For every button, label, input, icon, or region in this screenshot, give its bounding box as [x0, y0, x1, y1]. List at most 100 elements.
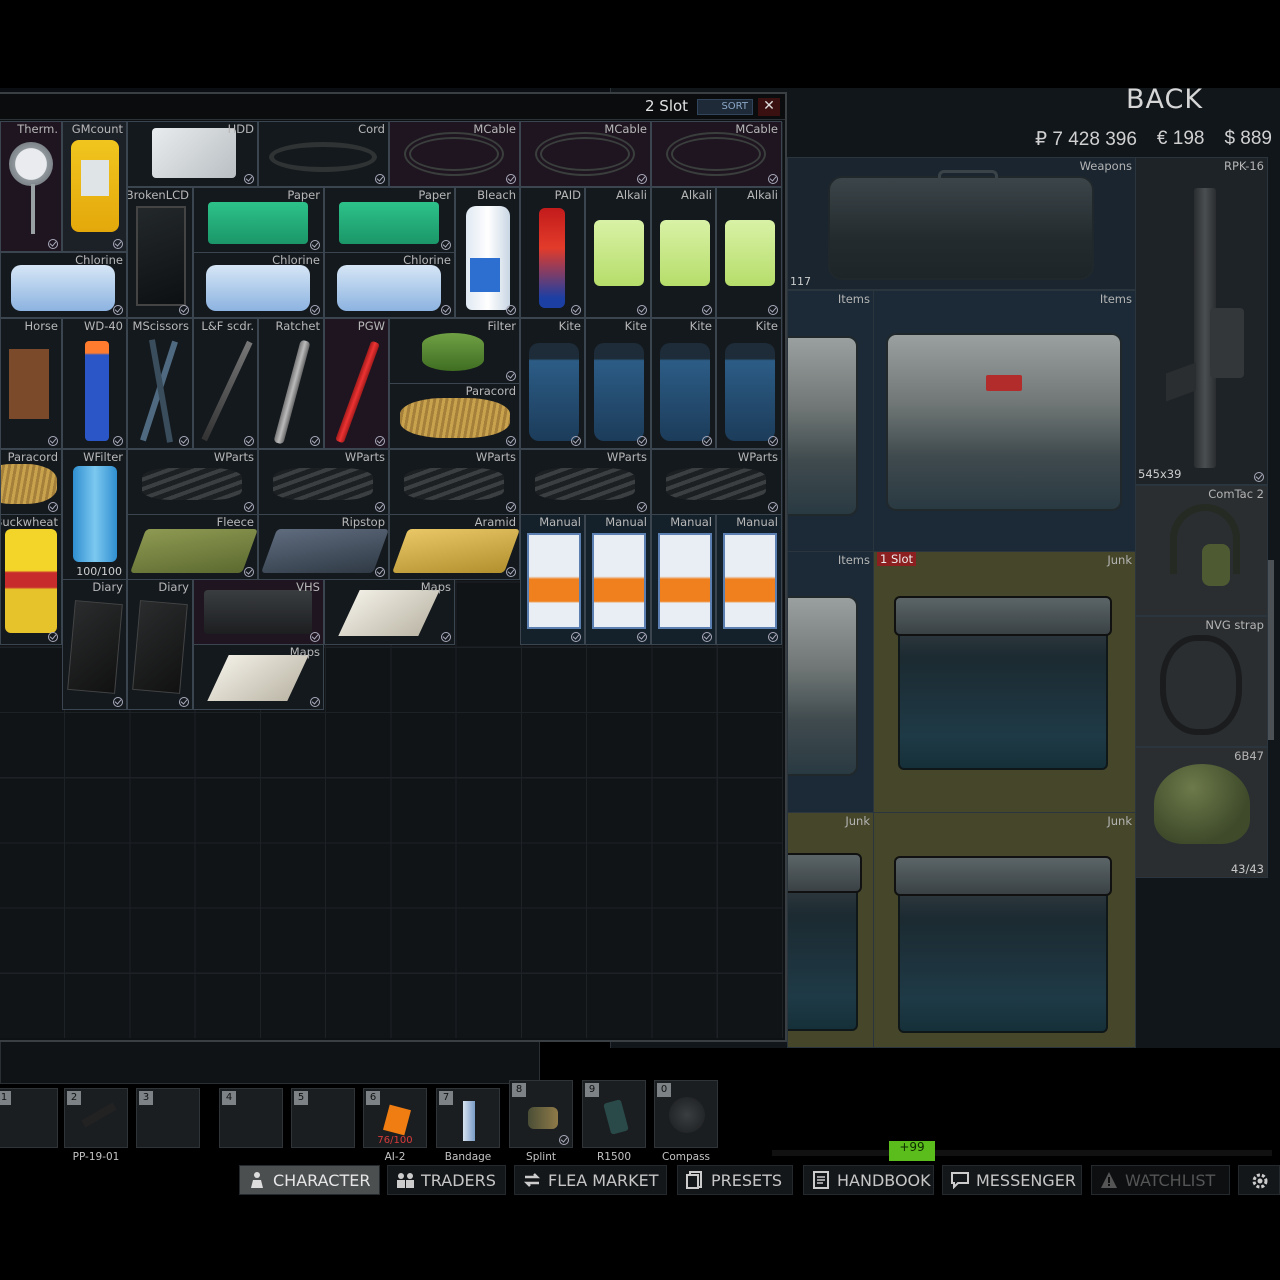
settings-button[interactable] [1238, 1165, 1280, 1195]
item-fleece[interactable]: Fleece [127, 514, 258, 580]
rpk16-rifle[interactable]: RPK-16 545x39 [1135, 157, 1268, 485]
quickslot-0[interactable]: 0 Compass [654, 1080, 718, 1163]
item-wd40[interactable]: WD-40 [62, 318, 127, 449]
item-manual-2[interactable]: Manual [585, 514, 651, 645]
nvg-strap[interactable]: NVG strap [1135, 616, 1268, 747]
checked-icon [375, 567, 385, 577]
item-aramid[interactable]: Aramid [389, 514, 520, 580]
checked-icon [375, 174, 385, 184]
window-header[interactable]: 2 Slot SORT ✕ [0, 94, 785, 120]
item-wparts-2[interactable]: WParts [258, 449, 389, 515]
item-filter[interactable]: Filter [389, 318, 520, 384]
item-manual-1[interactable]: Manual [520, 514, 585, 645]
item-paid[interactable]: PAID [520, 187, 585, 318]
item-pgw[interactable]: PGW [324, 318, 389, 449]
item-mcable-2[interactable]: MCable [520, 121, 651, 187]
item-paracord-1[interactable]: Paracord [389, 383, 520, 449]
item-brokenlcd[interactable]: BrokenLCD [127, 187, 193, 318]
quickslot-9[interactable]: 9 R1500 [582, 1080, 646, 1163]
item-mcable-1[interactable]: MCable [389, 121, 520, 187]
item-cord[interactable]: Cord [258, 121, 389, 187]
checked-icon [179, 305, 189, 315]
nav-character[interactable]: CHARACTER [239, 1165, 380, 1195]
item-mscissors[interactable]: MScissors [127, 318, 193, 449]
item-chlorine-2[interactable]: Chlorine [193, 252, 324, 318]
item-therm[interactable]: Therm. [0, 121, 62, 252]
nav-flea-market[interactable]: FLEA MARKET [514, 1165, 667, 1195]
item-diary-2[interactable]: Diary [127, 579, 193, 710]
item-wparts-3[interactable]: WParts [389, 449, 520, 515]
item-maps-1[interactable]: Maps [324, 579, 455, 645]
6b47-helmet[interactable]: 6B47 43/43 [1135, 747, 1268, 878]
quickslot-4[interactable]: 4 [219, 1088, 283, 1148]
item-paper-2[interactable]: Paper [324, 187, 455, 253]
nav-label: FLEA MARKET [548, 1170, 659, 1190]
quickslot-7[interactable]: 7 Bandage [436, 1088, 500, 1163]
item-kite-1[interactable]: Kite [520, 318, 585, 449]
item-alkali-3[interactable]: Alkali [716, 187, 782, 318]
weapons-case[interactable]: Weapons 117 [787, 157, 1136, 290]
item-wparts-4[interactable]: WParts [520, 449, 651, 515]
item-kite-2[interactable]: Kite [585, 318, 651, 449]
quickslot-2[interactable]: 2 PP-19-01 [64, 1088, 128, 1163]
item-kite-3[interactable]: Kite [651, 318, 716, 449]
stash-scrollbar[interactable] [1268, 560, 1274, 740]
item-hdd[interactable]: HDD [127, 121, 258, 187]
item-chlorine-1[interactable]: Chlorine [0, 252, 127, 318]
item-ripstop[interactable]: Ripstop [258, 514, 389, 580]
junk-box-lower[interactable]: Junk [873, 812, 1136, 1048]
comtac2-headset[interactable]: ComTac 2 [1135, 485, 1268, 616]
item-wparts-1[interactable]: WParts [127, 449, 258, 515]
checked-icon [310, 632, 320, 642]
checked-icon [702, 305, 712, 315]
checked-icon [179, 697, 189, 707]
item-lf-screwdriver[interactable]: L&F scdr. [193, 318, 258, 449]
slot-number: 5 [294, 1091, 308, 1105]
items-case-left[interactable]: Items [787, 290, 874, 552]
checked-icon [571, 305, 581, 315]
cable-coil-icon [535, 132, 635, 176]
close-button[interactable]: ✕ [758, 98, 780, 116]
quickslot-3[interactable]: 3 [136, 1088, 200, 1148]
item-manual-3[interactable]: Manual [651, 514, 716, 645]
item-manual-4[interactable]: Manual [716, 514, 782, 645]
quickslot-5[interactable]: 5 [291, 1088, 355, 1148]
nav-messenger[interactable]: MESSENGER [942, 1165, 1082, 1195]
quickslot-8[interactable]: 8 Splint [509, 1080, 573, 1163]
item-bleach[interactable]: Bleach [455, 187, 520, 318]
quickslot-6[interactable]: 6 76/100 AI-2 [363, 1088, 427, 1163]
checked-icon [506, 371, 516, 381]
item-label: WParts [213, 450, 254, 464]
item-wparts-5[interactable]: WParts [651, 449, 782, 515]
items-case[interactable]: Items [873, 290, 1136, 552]
junk-box-left[interactable]: Junk [787, 812, 874, 1048]
item-horse[interactable]: Horse [0, 318, 62, 449]
item-gmcount[interactable]: GMcount [62, 121, 127, 252]
nav-presets[interactable]: PRESETS [677, 1165, 793, 1195]
item-ratchet[interactable]: Ratchet [258, 318, 324, 449]
nav-handbook[interactable]: HANDBOOK [803, 1165, 934, 1195]
item-label: Chlorine [75, 253, 123, 267]
item-diary-1[interactable]: Diary [62, 579, 127, 710]
sort-button[interactable]: SORT [697, 99, 753, 115]
spray-can-icon [539, 208, 565, 308]
item-vhs[interactable]: VHS [193, 579, 324, 645]
item-paper-1[interactable]: Paper [193, 187, 324, 253]
item-alkali-2[interactable]: Alkali [651, 187, 716, 318]
item-chlorine-3[interactable]: Chlorine [324, 252, 455, 318]
junk-box[interactable]: 1 Slot Junk [873, 551, 1136, 813]
nav-traders[interactable]: TRADERS [387, 1165, 506, 1195]
item-mcable-3[interactable]: MCable [651, 121, 782, 187]
item-label: WParts [344, 450, 385, 464]
checked-icon [48, 632, 58, 642]
item-buckwheat[interactable]: Buckwheat [0, 514, 62, 645]
item-paracord-2[interactable]: Paracord [0, 449, 62, 515]
item-alkali-1[interactable]: Alkali [585, 187, 651, 318]
item-maps-2[interactable]: Maps [193, 644, 324, 710]
nav-watchlist[interactable]: WATCHLIST [1091, 1165, 1230, 1195]
quickslot-1[interactable]: 1 [0, 1088, 58, 1148]
items-case-lower[interactable]: Items [787, 551, 874, 813]
item-wfilter[interactable]: WFilter 100/100 [62, 449, 127, 580]
item-kite-4[interactable]: Kite [716, 318, 782, 449]
checked-icon [768, 632, 778, 642]
